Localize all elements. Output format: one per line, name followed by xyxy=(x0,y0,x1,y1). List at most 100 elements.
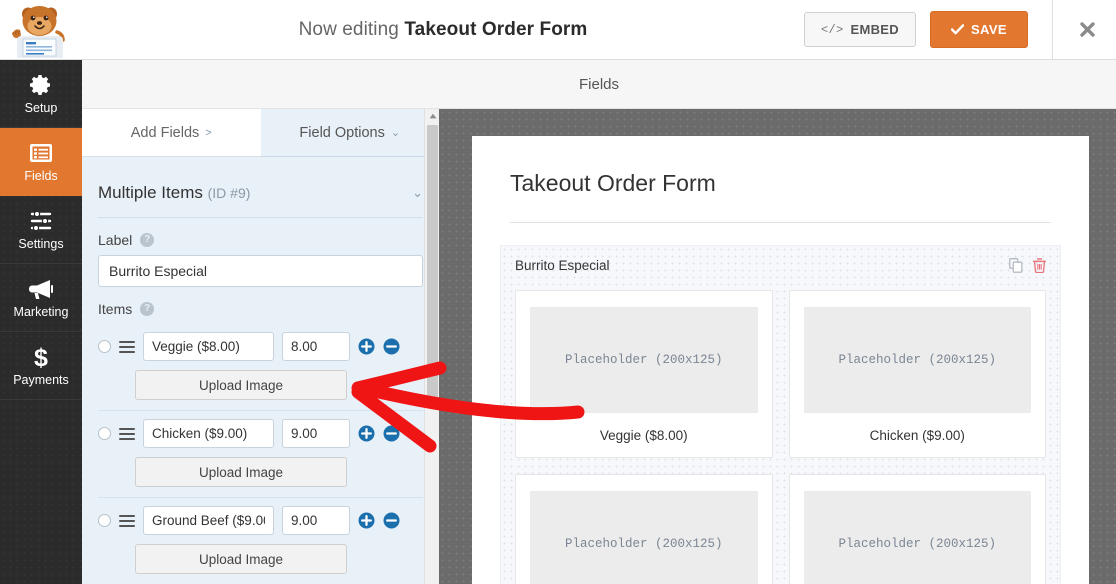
drag-handle-icon[interactable] xyxy=(119,338,135,356)
upload-image-button[interactable]: Upload Image xyxy=(135,457,347,487)
save-button-label: SAVE xyxy=(970,22,1007,37)
preview-field-actions xyxy=(1009,258,1047,278)
minus-circle-icon[interactable] xyxy=(383,425,400,442)
drag-handle-icon[interactable] xyxy=(119,425,135,443)
preview-field-block[interactable]: Burrito Especial Placeholder (200x125) V… xyxy=(500,245,1061,584)
tab-field-options-label: Field Options xyxy=(299,124,385,141)
preview-choice-label: Chicken ($9.00) xyxy=(869,428,965,443)
plus-circle-icon[interactable] xyxy=(358,338,375,355)
app-logo xyxy=(0,0,82,60)
preview-choice-card[interactable]: Placeholder (200x125) Chicken ($9.00) xyxy=(788,290,1046,458)
form-preview-area: Takeout Order Form Burrito Especial Plac… xyxy=(439,109,1116,584)
fields-list-icon xyxy=(29,141,53,165)
tab-add-fields-label: Add Fields xyxy=(130,124,200,141)
panel-scrollbar[interactable] xyxy=(424,109,440,584)
tab-add-fields[interactable]: Add Fields > xyxy=(82,109,261,157)
plus-circle-icon[interactable] xyxy=(358,425,375,442)
embed-button[interactable]: </> EMBED xyxy=(803,12,916,47)
svg-text:$: $ xyxy=(34,344,48,370)
left-navigation: Setup Fields Settings Marketing $ Paymen… xyxy=(0,60,82,584)
sidebar-item-payments-label: Payments xyxy=(13,372,69,387)
form-preview-sheet: Takeout Order Form Burrito Especial Plac… xyxy=(472,136,1089,584)
chevron-right-icon: > xyxy=(205,126,212,139)
form-name: Takeout Order Form xyxy=(404,18,588,40)
sidebar-item-fields-label: Fields xyxy=(24,168,58,183)
close-icon xyxy=(1080,22,1095,37)
sidebar-item-setup-label: Setup xyxy=(24,100,58,115)
embed-button-label: EMBED xyxy=(850,22,899,37)
page-title: Now editing Takeout Order Form xyxy=(82,19,804,41)
items-section-label: Items ? xyxy=(98,301,423,317)
question-mark-icon[interactable]: ? xyxy=(140,302,155,316)
label-input[interactable] xyxy=(98,255,423,287)
label-text: Label xyxy=(98,232,133,248)
chevron-up-icon[interactable] xyxy=(425,109,440,123)
preview-choice-card[interactable]: Placeholder (200x125) xyxy=(788,474,1046,584)
item-row: Upload Image xyxy=(98,498,423,584)
items-text: Items xyxy=(98,301,133,317)
question-mark-icon[interactable]: ? xyxy=(140,233,155,247)
label-field-label: Label ? xyxy=(98,232,423,248)
preview-choice-grid: Placeholder (200x125) Veggie ($8.00) Pla… xyxy=(515,290,1046,584)
item-row: Upload Image xyxy=(98,411,423,498)
sidebar-item-settings-label: Settings xyxy=(18,236,64,251)
item-price-input[interactable] xyxy=(282,332,350,361)
item-row-controls xyxy=(98,506,423,535)
image-placeholder: Placeholder (200x125) xyxy=(803,307,1031,413)
sidebar-item-setup[interactable]: Setup xyxy=(0,60,82,128)
item-price-input[interactable] xyxy=(282,506,350,535)
item-name-input[interactable] xyxy=(143,332,274,361)
item-name-input[interactable] xyxy=(143,506,274,535)
preview-choice-label: Veggie ($8.00) xyxy=(599,428,688,443)
sidebar-item-marketing[interactable]: Marketing xyxy=(0,264,82,332)
item-row-controls xyxy=(98,419,423,448)
preview-divider xyxy=(510,222,1051,223)
item-row-controls xyxy=(98,332,423,361)
close-button[interactable] xyxy=(1067,0,1108,60)
check-icon xyxy=(950,24,964,35)
save-button[interactable]: SAVE xyxy=(929,11,1028,48)
sidebar-item-fields[interactable]: Fields xyxy=(0,128,82,196)
preview-form-title: Takeout Order Form xyxy=(510,170,716,196)
dollar-icon: $ xyxy=(32,344,50,370)
sidebar-item-payments[interactable]: $ Payments xyxy=(0,332,82,400)
preview-choice-card[interactable]: Placeholder (200x125) Veggie ($8.00) xyxy=(515,290,773,458)
wpforms-mascot-logo-icon xyxy=(12,5,65,58)
form-builder-app: Now editing Takeout Order Form </> EMBED… xyxy=(0,0,1116,584)
preview-choice-card[interactable]: Placeholder (200x125) xyxy=(515,474,773,584)
minus-circle-icon[interactable] xyxy=(383,338,400,355)
sidebar-item-settings[interactable]: Settings xyxy=(0,196,82,264)
radio-default-icon[interactable] xyxy=(98,427,111,440)
collapse-chevron-down-icon: ⌄ xyxy=(412,185,423,200)
duplicate-icon[interactable] xyxy=(1009,258,1023,278)
item-name-input[interactable] xyxy=(143,419,274,448)
radio-default-icon[interactable] xyxy=(98,340,111,353)
editing-prefix: Now editing xyxy=(298,18,399,40)
chevron-down-icon: ⌄ xyxy=(390,127,401,139)
panel-body: Multiple Items (ID #9) ⌄ Label ? Items ? xyxy=(82,157,439,584)
field-options-title: Multiple Items (ID #9) xyxy=(98,183,250,203)
item-row: Upload Image xyxy=(98,324,423,411)
megaphone-icon xyxy=(28,277,54,301)
tab-field-options[interactable]: Field Options ⌄ xyxy=(260,109,439,157)
top-bar-actions: </> EMBED SAVE xyxy=(803,0,1116,60)
drag-handle-icon[interactable] xyxy=(119,512,135,530)
panel-tabs: Add Fields > Field Options ⌄ xyxy=(82,109,439,157)
radio-default-icon[interactable] xyxy=(98,514,111,527)
field-type-name: Multiple Items xyxy=(98,183,203,202)
sidebar-item-marketing-label: Marketing xyxy=(13,304,69,319)
minus-circle-icon[interactable] xyxy=(383,512,400,529)
upload-image-button[interactable]: Upload Image xyxy=(135,544,347,574)
section-title-bar: Fields xyxy=(82,60,1116,109)
upload-image-button[interactable]: Upload Image xyxy=(135,370,347,400)
section-title: Fields xyxy=(578,75,619,93)
trash-icon[interactable] xyxy=(1032,258,1047,278)
sliders-icon xyxy=(29,209,53,233)
scrollbar-thumb[interactable] xyxy=(427,125,438,400)
preview-field-label: Burrito Especial xyxy=(515,258,610,273)
field-options-header[interactable]: Multiple Items (ID #9) ⌄ xyxy=(98,157,423,218)
image-placeholder: Placeholder (200x125) xyxy=(803,491,1031,584)
plus-circle-icon[interactable] xyxy=(358,512,375,529)
items-list: Upload Image xyxy=(98,324,423,584)
item-price-input[interactable] xyxy=(282,419,350,448)
